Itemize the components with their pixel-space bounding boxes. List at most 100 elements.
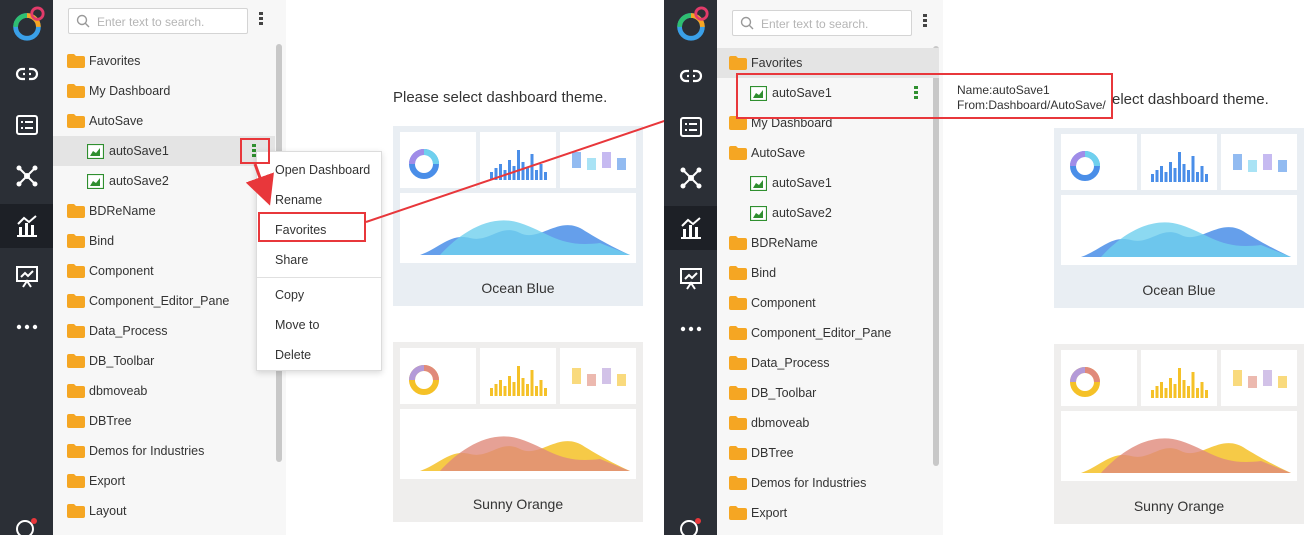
tree-item-label: Component_Editor_Pane	[89, 294, 230, 308]
side-rail	[664, 0, 717, 535]
theme-name: Ocean Blue	[481, 280, 555, 296]
folder-icon	[729, 416, 747, 430]
tree-item-data-process[interactable]: Data_Process	[717, 348, 939, 378]
tree-item-autosave1[interactable]: autoSave1	[717, 168, 939, 198]
list-icon[interactable]	[664, 105, 717, 149]
tree-item-favorites[interactable]: Favorites	[53, 46, 275, 76]
thumbnail-panel	[400, 193, 636, 263]
tree-item-export[interactable]: Export	[53, 466, 275, 496]
right-panel: Enter text to search. Favorites autoSave1…	[664, 0, 1313, 535]
dashboard-icon	[750, 205, 767, 221]
folder-icon	[729, 446, 747, 460]
tree-item-bind[interactable]: Bind	[717, 258, 939, 288]
tree-item-label: Favorites	[89, 54, 141, 68]
menu-rename[interactable]: Rename	[275, 193, 322, 207]
tree-item-dbmoveab[interactable]: dbmoveab	[53, 376, 275, 406]
link-icon[interactable]	[664, 54, 717, 98]
tree-item-dbtree[interactable]: DBTree	[717, 438, 939, 468]
menu-share[interactable]: Share	[275, 253, 308, 267]
tree-item-label: Bind	[751, 266, 777, 280]
thumbnail-panel	[1221, 134, 1297, 190]
tree-item-autosave2[interactable]: autoSave2	[717, 198, 939, 228]
folder-icon	[67, 504, 85, 518]
left-panel: Enter text to search. Favorites My Dashbo…	[0, 0, 660, 535]
user-icon[interactable]	[678, 513, 704, 535]
network-icon[interactable]	[0, 154, 53, 198]
menu-open-dashboard[interactable]: Open Dashboard	[275, 163, 370, 177]
chart-icon[interactable]	[0, 204, 53, 248]
folder-icon	[67, 444, 85, 458]
dashboard-icon	[87, 143, 104, 159]
tree-item-label: DB_Toolbar	[751, 386, 817, 400]
folder-icon	[67, 354, 85, 368]
more-icon[interactable]	[664, 307, 717, 351]
tree-item-db-toolbar[interactable]: DB_Toolbar	[53, 346, 275, 376]
thumbnail-panel	[560, 348, 636, 404]
tree-item-db-toolbar[interactable]: DB_Toolbar	[717, 378, 939, 408]
tree-item-label: autoSave2	[772, 206, 832, 220]
tree-item-data-process[interactable]: Data_Process	[53, 316, 275, 346]
tree-item-autosave[interactable]: AutoSave	[53, 106, 275, 136]
tree-item-my-dashboard[interactable]: My Dashboard	[53, 76, 275, 106]
tree-item-label: autoSave2	[109, 174, 169, 188]
folder-icon	[67, 324, 85, 338]
theme-card-sunny-orange[interactable]: Sunny Orange	[393, 342, 643, 522]
tree-item-autosave[interactable]: AutoSave	[717, 138, 939, 168]
tree-item-bdrename[interactable]: BDReName	[53, 196, 275, 226]
tree-menu-icon[interactable]	[259, 12, 263, 25]
tree-item-demos-for-industries[interactable]: Demos for Industries	[53, 436, 275, 466]
folder-icon	[729, 56, 747, 70]
tree-item-label: AutoSave	[89, 114, 144, 128]
presentation-icon[interactable]	[0, 255, 53, 299]
context-menu: Open Dashboard Rename Favorites Share Co…	[256, 151, 382, 371]
dashboard-icon	[750, 175, 767, 191]
more-icon[interactable]	[0, 305, 53, 349]
folder-icon	[67, 384, 85, 398]
folder-icon	[67, 204, 85, 218]
theme-card-sunny-orange[interactable]: Sunny Orange	[1054, 344, 1304, 524]
tree-item-component[interactable]: Component	[53, 256, 275, 286]
tree-item-export[interactable]: Export	[717, 498, 939, 528]
tree-item-label: Component	[89, 264, 154, 278]
thumbnail-panel	[1061, 195, 1297, 265]
tree-menu-icon[interactable]	[923, 14, 927, 27]
presentation-icon[interactable]	[664, 257, 717, 301]
theme-name: Sunny Orange	[1133, 498, 1225, 514]
search-input[interactable]: Enter text to search.	[732, 10, 912, 36]
tree-item-layout[interactable]: Layout	[53, 496, 275, 526]
folder-icon	[67, 54, 85, 68]
folder-icon	[729, 236, 747, 250]
user-icon[interactable]	[14, 513, 40, 535]
link-icon[interactable]	[0, 52, 53, 96]
folder-icon	[67, 414, 85, 428]
folder-icon	[67, 294, 85, 308]
menu-move-to[interactable]: Move to	[275, 318, 319, 332]
chart-icon[interactable]	[664, 206, 717, 250]
tree-item-component[interactable]: Component	[717, 288, 939, 318]
tree-item-label: BDReName	[89, 204, 156, 218]
dashboard-icon	[87, 173, 104, 189]
menu-copy[interactable]: Copy	[275, 288, 304, 302]
tree-item-component-editor-pane[interactable]: Component_Editor_Pane	[53, 286, 275, 316]
theme-card-ocean-blue[interactable]: Ocean Blue	[393, 126, 643, 306]
highlight-favorite-entry	[736, 73, 1113, 119]
list-icon[interactable]	[0, 103, 53, 147]
menu-delete[interactable]: Delete	[275, 348, 311, 362]
search-input[interactable]: Enter text to search.	[68, 8, 248, 34]
tree-item-dbtree[interactable]: DBTree	[53, 406, 275, 436]
tree-item-autosave2[interactable]: autoSave2	[53, 166, 275, 196]
tree-item-label: Component	[751, 296, 816, 310]
theme-prompt: Please select dashboard theme.	[393, 89, 608, 106]
search-icon	[76, 14, 90, 28]
network-icon[interactable]	[664, 156, 717, 200]
tree-item-demos-for-industries[interactable]: Demos for Industries	[717, 468, 939, 498]
tree-item-label: BDReName	[751, 236, 818, 250]
app-logo-icon	[13, 6, 45, 41]
search-placeholder: Enter text to search.	[97, 15, 205, 29]
folder-icon	[729, 326, 747, 340]
tree-item-bdrename[interactable]: BDReName	[717, 228, 939, 258]
tree-item-dbmoveab[interactable]: dbmoveab	[717, 408, 939, 438]
tree-item-component-editor-pane[interactable]: Component_Editor_Pane	[717, 318, 939, 348]
tree-item-bind[interactable]: Bind	[53, 226, 275, 256]
theme-card-ocean-blue[interactable]: Ocean Blue	[1054, 128, 1304, 308]
